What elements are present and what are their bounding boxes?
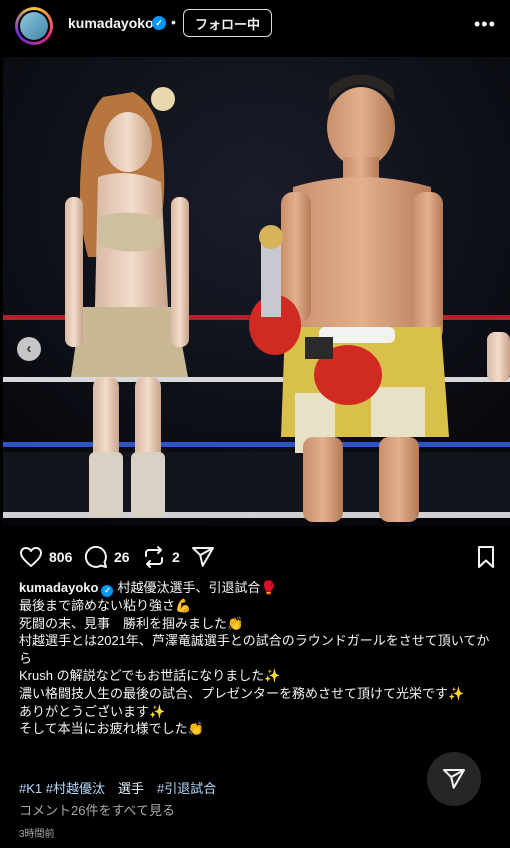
post-caption: kumadayoko ✓ 村越優汰選手、引退試合🥊 最後まで諦めない粘り強さ💪 死闘… [19,579,499,738]
hashtag-link[interactable]: #K1 [19,781,42,796]
comment-action: 26 [84,545,130,569]
caption-line: ありがとうございます✨ [19,703,166,719]
caption-first-line: kumadayoko ✓ 村越優汰選手、引退試合🥊 [19,579,499,597]
caption-line: 最後まで諦めない粘り強さ💪 [19,598,192,613]
following-button[interactable]: フォロー中 [183,9,272,37]
share-action [191,545,215,569]
caption-username[interactable]: kumadayoko [19,580,98,595]
action-bar: 806 26 2 [0,545,510,575]
verified-badge-icon: ✓ [101,585,114,597]
more-options-icon[interactable]: ••• [474,14,496,35]
hashtag-link[interactable]: #引退試合 [157,781,216,796]
hashtag-text: 選手 [118,781,145,796]
like-action: 806 [19,545,72,569]
view-all-comments-link[interactable]: コメント26件をすべて見る [19,800,175,819]
post-photo[interactable]: ‹ 👤 [3,57,510,526]
hashtag-link[interactable]: #村越優汰 [46,781,105,796]
messages-button[interactable] [427,752,481,806]
separator-dot: • [171,14,176,30]
bookmark-icon[interactable] [474,545,498,569]
verified-badge-icon: ✓ [152,16,166,30]
heart-icon[interactable] [19,545,43,569]
avatar[interactable] [15,7,53,45]
post-header: kumadayoko ✓ • フォロー中 ••• [0,0,510,52]
hashtags: #K1 #村越優汰 選手 #引退試合 [19,778,216,797]
caption-line: そして本当にお疲れ様でした👏 [19,721,204,737]
username-link[interactable]: kumadayoko [68,15,154,31]
repost-action: 2 [142,545,180,569]
post-timestamp: 3時間前 [19,829,55,840]
direct-message-icon [443,769,465,789]
comment-icon[interactable] [84,545,108,569]
caption-line: 濃い格闘技人生の最後の試合、プレゼンターを務めさせて頂けて光栄です✨ [19,685,465,701]
caption-line: 村越優汰選手、引退試合🥊 [117,580,277,595]
repost-count[interactable]: 2 [172,549,180,565]
caption-line: 村越選手とは2021年、芦澤竜誠選手との試合のラウンドガールをさせて頂いてから [19,633,490,666]
carousel-prev-button[interactable]: ‹ [17,337,41,361]
share-icon[interactable] [191,545,215,569]
comment-count[interactable]: 26 [114,549,130,565]
repost-icon[interactable] [142,545,166,569]
save-action [474,545,498,569]
like-count[interactable]: 806 [49,549,72,565]
caption-line: Krush の解説などでもお世話になりました✨ [19,668,281,684]
caption-line: 死闘の末、見事 勝利を掴みました👏 [19,615,244,631]
